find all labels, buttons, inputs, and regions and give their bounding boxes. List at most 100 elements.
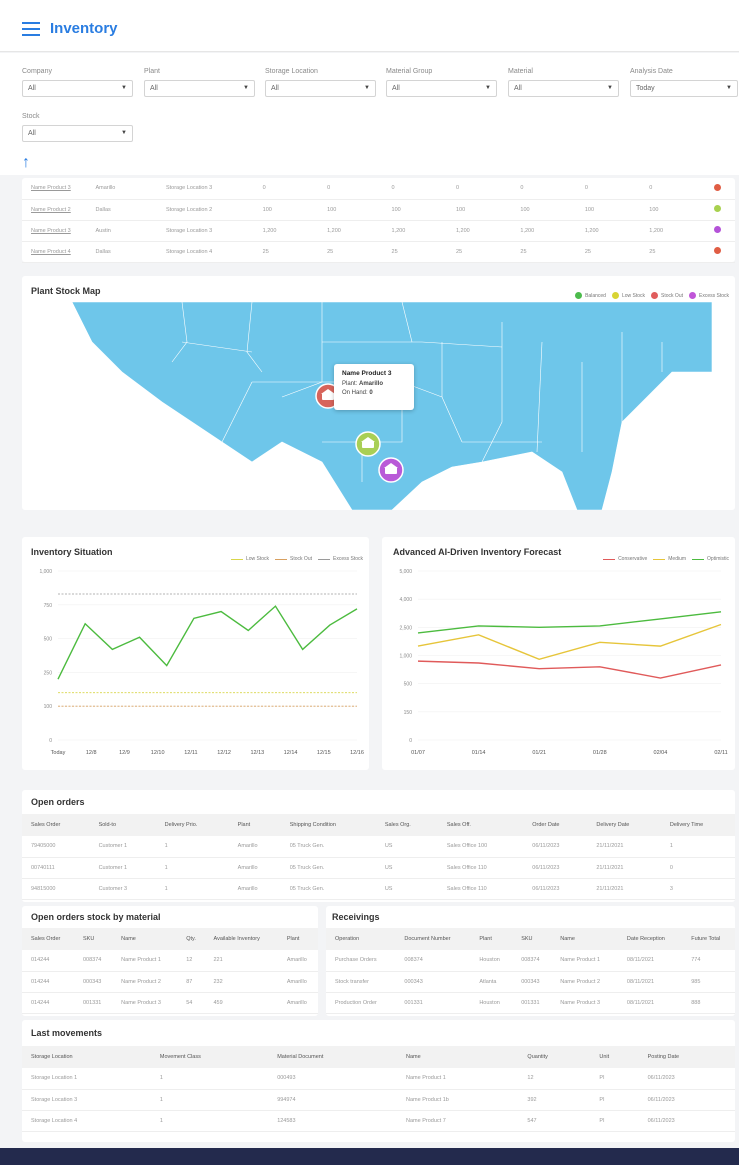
table-cell: 124583 (277, 1117, 296, 1124)
column-header[interactable]: Delivery Prio. (156, 814, 229, 836)
column-header[interactable]: Operation (326, 928, 395, 950)
column-header[interactable]: Available Inventory (205, 928, 278, 950)
top-bar: Inventory (0, 0, 739, 52)
column-header[interactable]: SKU (74, 928, 112, 950)
column-header[interactable]: Name (551, 928, 618, 950)
table-cell: 94815000 (31, 885, 56, 892)
storage-location-select[interactable]: All ▼ (265, 80, 376, 97)
pin-dallas[interactable] (355, 431, 381, 457)
last-movements-card: Last movements Storage Location Movement … (22, 1020, 735, 1142)
value-cell: 1,200 (455, 227, 470, 234)
y-tick-label: 500 (44, 637, 53, 643)
table-row[interactable]: 79405000 Customer 1 1 Amarillo 05 Truck Gen.… (22, 836, 735, 857)
table-row[interactable]: Storage Location 4 1 124583 Name Product 7 5… (22, 1110, 735, 1131)
table-row[interactable]: Purchase Orders 008374 Houston 008374 Name P… (326, 950, 735, 971)
table-row[interactable]: 014244 001331 Name Product 3 54 459 Amarillo (22, 992, 318, 1013)
column-header[interactable]: Sold-to (90, 814, 156, 836)
column-header[interactable]: Order Date (523, 814, 587, 836)
table-cell: 08/11/2021 (626, 978, 655, 985)
column-header[interactable]: Movement Class (151, 1046, 268, 1068)
stock-table-card: Name Product 3 Amarillo Storage Location 3… (22, 178, 735, 262)
filter-label: Material Group (386, 68, 433, 75)
series-line-stock (57, 605, 358, 680)
value-cell: 1,200 (649, 227, 664, 234)
pin-houston[interactable] (378, 457, 404, 483)
open-orders-card: Open orders Sales Order Sold-to Delivery P… (22, 790, 735, 902)
section-title: Open orders (31, 797, 85, 807)
material-group-select[interactable]: All ▼ (386, 80, 497, 97)
column-header[interactable]: Quantity (518, 1046, 590, 1068)
forecast-chart[interactable]: 0 150 500 1,000 2,500 4,000 5,000 01/07 01/14 01/… (382, 561, 735, 770)
footer-bar (0, 1148, 739, 1165)
legend-dot (575, 292, 583, 299)
column-header[interactable]: Sales Order (22, 928, 74, 950)
column-header[interactable]: Plant (229, 814, 281, 836)
map-tooltip: Name Product 3 Plant: Amarillo On Hand: … (334, 364, 414, 410)
plant-select[interactable]: All ▼ (144, 80, 255, 97)
column-header[interactable]: Shipping Condition (281, 814, 376, 836)
table-cell: US (384, 885, 393, 892)
table-row[interactable]: 014244 000343 Name Product 2 87 232 Amarillo (22, 971, 318, 992)
product-link[interactable]: Name Product 3 (22, 178, 92, 199)
column-header[interactable]: SKU (512, 928, 551, 950)
location-cell: Storage Location 4 (165, 248, 213, 255)
material-select[interactable]: All ▼ (508, 80, 619, 97)
table-row: Name Product 3 Austin Storage Location 3 1,… (22, 220, 735, 241)
column-header[interactable]: Sales Order (22, 814, 90, 836)
column-header[interactable]: Delivery Time (661, 814, 735, 836)
column-header[interactable]: Name (397, 1046, 518, 1068)
table-row: Name Product 4 Dallas Storage Location 4 25… (22, 241, 735, 262)
analysis-date-select[interactable]: Today ▼ (630, 80, 738, 97)
column-header[interactable]: Name (112, 928, 177, 950)
value-cell: 100 (649, 206, 659, 213)
caret-down-icon: ▼ (607, 85, 613, 91)
column-header[interactable]: Sales Org. (376, 814, 438, 836)
status-dot (713, 205, 721, 212)
legend-item[interactable]: Balanced (575, 292, 606, 299)
inventory-situation-chart[interactable]: 0 100 250 500 750 1,000 Today 12/8 12/9 12/10 12/1… (22, 561, 369, 770)
status-dot (713, 183, 721, 191)
stock-select[interactable]: All ▼ (22, 125, 133, 142)
x-tick-label: 01/07 (411, 750, 425, 756)
column-header[interactable]: Material Document (268, 1046, 397, 1068)
section-title: Receivings (332, 912, 380, 922)
legend-item[interactable]: Stock Out (651, 292, 683, 299)
column-header[interactable]: Sales Off. (438, 814, 523, 836)
table-row[interactable]: Storage Location 1 1 000493 Name Product 1 1… (22, 1068, 735, 1089)
company-select[interactable]: All ▼ (22, 80, 133, 97)
product-link[interactable]: Name Product 4 (22, 241, 92, 262)
column-header[interactable]: Future Total (682, 928, 735, 950)
column-header[interactable]: Document Number (395, 928, 470, 950)
y-tick-label: 750 (44, 603, 53, 609)
column-header[interactable]: Date Reception (618, 928, 682, 950)
arrow-up-icon[interactable]: ↑ (22, 154, 30, 172)
legend-item[interactable]: Excess Stock (688, 292, 729, 299)
legend-item[interactable]: Low Stock (611, 292, 645, 299)
column-header[interactable]: Storage Location (22, 1046, 151, 1068)
column-header[interactable]: Delivery Date (587, 814, 661, 836)
table-row[interactable]: Stock transfer 000343 Atlanta 000343 Name Pr… (326, 971, 735, 992)
filter-company: Company All ▼ (22, 68, 133, 97)
table-cell: 08/11/2021 (626, 999, 655, 1006)
column-header[interactable]: Plant (278, 928, 318, 950)
column-header[interactable]: Unit (590, 1046, 638, 1068)
table-header-row: Sales Order SKU Name Qty. Available Inventor… (22, 928, 318, 950)
table-row[interactable]: Storage Location 3 1 994974 Name Product 1b… (22, 1089, 735, 1110)
table-row[interactable]: 94815000 Customer 3 1 Amarillo 05 Truck Gen.… (22, 878, 735, 899)
column-header[interactable]: Posting Date (639, 1046, 735, 1068)
column-header[interactable]: Qty. (177, 928, 204, 950)
table-row[interactable]: Production Order 001331 Houston 001331 Name … (326, 992, 735, 1013)
y-tick-label: 500 (404, 682, 413, 688)
x-tick-label: 12/16 (350, 750, 364, 756)
column-header[interactable]: Plant (470, 928, 512, 950)
table-row[interactable]: 014244 008374 Name Product 1 12 221 Amarillo (22, 950, 318, 971)
table-cell: Storage Location 4 (31, 1117, 78, 1124)
table-cell: 014244 (31, 957, 50, 964)
product-link[interactable]: Name Product 2 (22, 199, 92, 220)
table-cell: 54 (186, 999, 193, 1006)
menu-icon[interactable] (22, 22, 40, 36)
product-link[interactable]: Name Product 3 (22, 220, 92, 241)
table-cell: Customer 3 (98, 885, 128, 892)
table-cell: 001331 (404, 999, 423, 1006)
table-row[interactable]: 00740111 Customer 1 1 Amarillo 05 Truck Gen.… (22, 857, 735, 878)
